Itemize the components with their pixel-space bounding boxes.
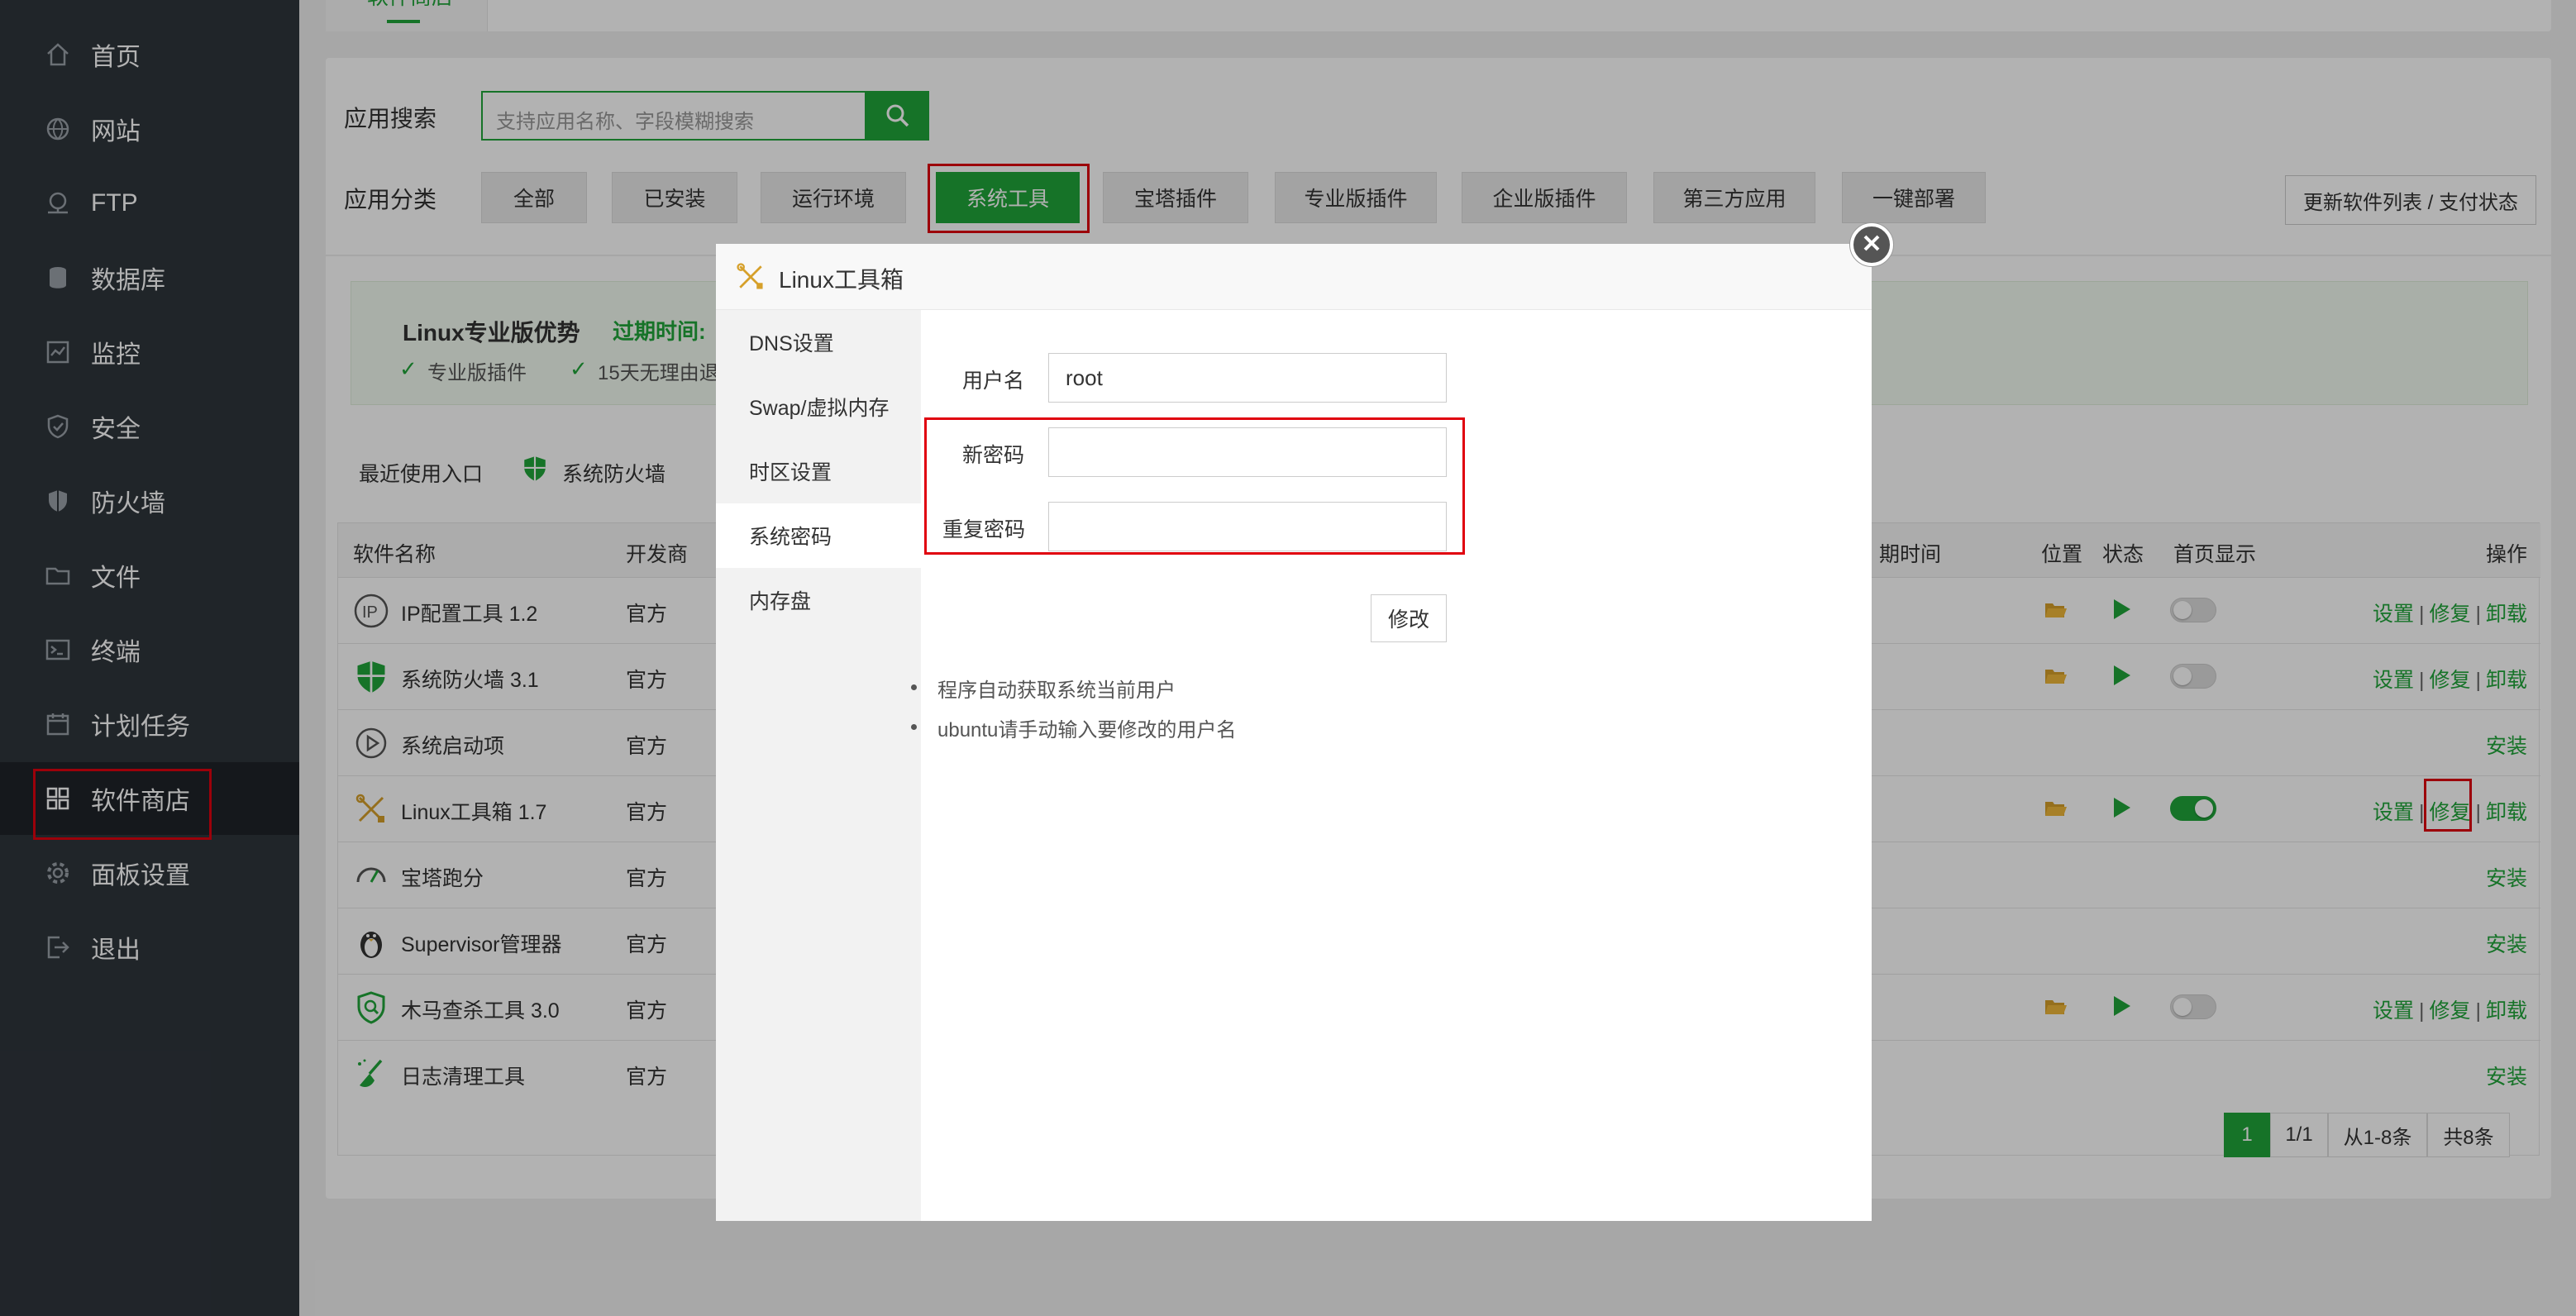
- dialog-nav-timezone[interactable]: 时区设置: [716, 439, 921, 503]
- toolbox-icon: [734, 260, 767, 298]
- username-value: root: [1066, 365, 1103, 390]
- dialog-header: Linux工具箱: [716, 244, 1872, 310]
- dialog-nav-dns[interactable]: DNS设置: [716, 310, 921, 374]
- dialog-close-button[interactable]: [1850, 223, 1893, 266]
- dialog-nav: DNS设置 Swap/虚拟内存 时区设置 系统密码 内存盘: [716, 310, 921, 1221]
- dialog-nav-swap[interactable]: Swap/虚拟内存: [716, 374, 921, 439]
- highlight-box-password-fields: [924, 417, 1465, 555]
- dialog-nav-system-password[interactable]: 系统密码: [716, 503, 921, 568]
- username-input[interactable]: root: [1048, 353, 1447, 403]
- dialog-title: Linux工具箱: [779, 267, 904, 293]
- close-icon: [1862, 233, 1882, 257]
- note-item: 程序自动获取系统当前用户: [911, 674, 1176, 703]
- toolbox-dialog: Linux工具箱 DNS设置 Swap/虚拟内存 时区设置 系统密码 内存盘 用…: [716, 244, 1872, 1221]
- dialog-nav-ramdisk[interactable]: 内存盘: [716, 568, 921, 632]
- username-label: 用户名: [962, 370, 1025, 393]
- modify-button[interactable]: 修改: [1371, 594, 1447, 642]
- note-item: ubuntu请手动输入要修改的用户名: [910, 713, 1236, 742]
